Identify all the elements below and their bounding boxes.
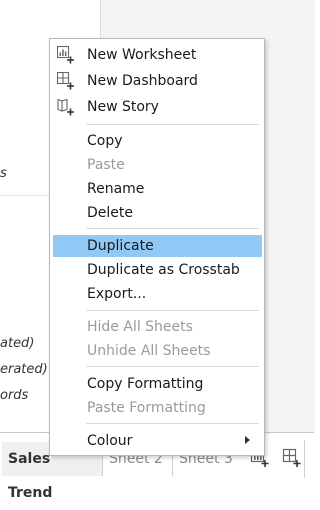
menu-item-unhide-all-sheets: Unhide All Sheets bbox=[53, 340, 262, 362]
menu-item-label: Unhide All Sheets bbox=[87, 343, 211, 359]
menu-separator bbox=[86, 423, 259, 424]
menu-item-new-story[interactable]: New Story bbox=[53, 96, 262, 118]
new-dashboard-icon bbox=[56, 71, 75, 90]
menu-item-export[interactable]: Export... bbox=[53, 283, 262, 305]
menu-item-label: Paste Formatting bbox=[87, 400, 206, 416]
sheet-context-menu: New Worksheet New Dashboard New Story Co… bbox=[49, 38, 265, 456]
menu-item-delete[interactable]: Delete bbox=[53, 202, 262, 224]
background-text-fragment: ated) bbox=[0, 336, 35, 351]
menu-item-new-dashboard[interactable]: New Dashboard bbox=[53, 70, 262, 92]
menu-item-label: Export... bbox=[87, 286, 147, 302]
menu-item-new-worksheet[interactable]: New Worksheet bbox=[53, 44, 262, 66]
menu-item-paste: Paste bbox=[53, 154, 262, 176]
menu-item-duplicate[interactable]: Duplicate bbox=[53, 235, 262, 257]
menu-item-duplicate-as-crosstab[interactable]: Duplicate as Crosstab bbox=[53, 259, 262, 281]
menu-item-label: New Dashboard bbox=[87, 73, 198, 89]
menu-item-label: Paste bbox=[87, 157, 125, 173]
background-text-fragment: erated) bbox=[0, 362, 48, 377]
menu-item-hide-all-sheets: Hide All Sheets bbox=[53, 316, 262, 338]
submenu-arrow-icon bbox=[245, 436, 250, 444]
menu-item-label: Copy bbox=[87, 133, 123, 149]
menu-item-label: Delete bbox=[87, 205, 133, 221]
menu-separator bbox=[86, 366, 259, 367]
new-story-icon bbox=[57, 98, 75, 116]
menu-item-label: Colour bbox=[87, 433, 133, 449]
new-dashboard-tab-icon[interactable] bbox=[282, 448, 302, 468]
new-worksheet-icon bbox=[56, 45, 75, 64]
menu-item-label: Duplicate bbox=[87, 238, 154, 254]
menu-separator bbox=[86, 228, 259, 229]
background-text-fragment: s bbox=[0, 166, 7, 181]
menu-separator bbox=[86, 124, 259, 125]
menu-item-paste-formatting: Paste Formatting bbox=[53, 397, 262, 419]
menu-item-label: Hide All Sheets bbox=[87, 319, 193, 335]
menu-item-label: Copy Formatting bbox=[87, 376, 204, 392]
background-text-fragment: ords bbox=[0, 388, 29, 403]
menu-item-copy[interactable]: Copy bbox=[53, 130, 262, 152]
menu-item-copy-formatting[interactable]: Copy Formatting bbox=[53, 373, 262, 395]
menu-item-colour[interactable]: Colour bbox=[53, 430, 262, 452]
tab-bar-divider bbox=[304, 440, 315, 478]
menu-separator bbox=[86, 310, 259, 311]
menu-item-label: Duplicate as Crosstab bbox=[87, 262, 240, 278]
menu-item-label: New Worksheet bbox=[87, 47, 197, 63]
menu-item-label: New Story bbox=[87, 99, 159, 115]
menu-item-label: Rename bbox=[87, 181, 145, 197]
menu-item-rename[interactable]: Rename bbox=[53, 178, 262, 200]
